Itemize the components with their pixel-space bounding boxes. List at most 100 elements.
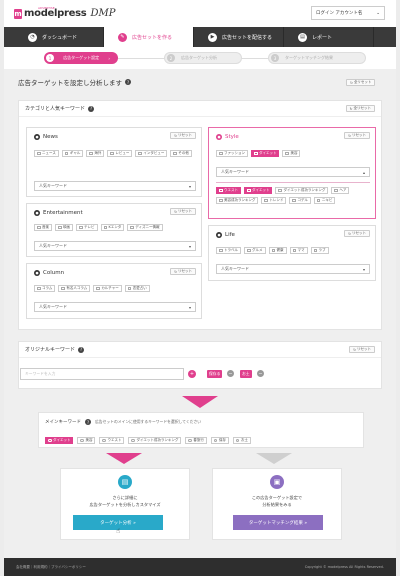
chip-news[interactable]: ニュース: [34, 150, 59, 157]
chip-gourmet[interactable]: グルメ: [244, 247, 266, 254]
category-card-style: ● Style ↻ リセット ファッション ダイエット 美容 人気キーワード ▴ ウエ…: [208, 127, 376, 219]
main-nav: ◔ ダッシュボード ✎ 広告セットを作る ▶ 広告セットを配信する ▤ レポート: [4, 27, 396, 47]
main-option-diet-ranking[interactable]: ダイエット成功ランキング: [128, 437, 182, 444]
help-icon[interactable]: ?: [125, 79, 131, 85]
chip-health[interactable]: 健康: [268, 247, 287, 254]
keyword-beauty-ranking[interactable]: 美容成功ランキング: [216, 197, 259, 204]
remove-tag-button[interactable]: −: [257, 370, 264, 377]
chip-love[interactable]: ラブ: [310, 247, 329, 254]
keyword-hair[interactable]: ヘア: [331, 187, 350, 194]
footer: 会社概要｜利用規約｜プライバシーポリシー Copyright © modelpr…: [4, 558, 396, 576]
refresh-icon: ↻: [174, 133, 177, 138]
main-keyword-header: メインキーワード ? 広告セットのメインに使用するキーワードを選択してください: [45, 419, 201, 425]
news-keyword-select[interactable]: 人気キーワード ▾: [34, 181, 196, 191]
entertainment-keyword-select[interactable]: 人気キーワード ▾: [34, 241, 196, 251]
chevron-down-icon: ▾: [188, 183, 191, 189]
category-reset-button[interactable]: ↻ 全リセット: [345, 105, 375, 112]
analyze-card: ▤ さらに詳細に 広告ターゲットを分析しカスタマイズ ターゲット分析 » ☝: [60, 468, 190, 540]
chip-tv[interactable]: テレビ: [76, 224, 98, 231]
chip-movie[interactable]: 映画: [55, 224, 73, 231]
category-card-column: ● Column ↻ リセット コラム 有名人コラム カルチャー 恋愛占い 人気キー…: [26, 263, 202, 319]
card-title-text: Style: [225, 134, 239, 140]
chip-fashion[interactable]: ファッション: [216, 150, 248, 157]
chip-celebrity-column[interactable]: 有名人コラム: [58, 285, 91, 292]
card-title: ● Life: [216, 232, 235, 238]
nav-deliver-adset[interactable]: ▶ 広告セットを配信する: [194, 27, 284, 47]
main-option-souvenir[interactable]: お土: [232, 437, 251, 444]
chip-love-fortune[interactable]: 恋愛占い: [124, 285, 150, 292]
chip-culture[interactable]: カルチャー: [93, 285, 122, 292]
chip-beauty[interactable]: 美容: [282, 150, 301, 157]
style-keyword-list: ウエスト ダイエット ダイエット成功ランキング ヘア 美容成功ランキング トレン…: [216, 182, 370, 204]
card-title: ● Entertainment: [34, 210, 83, 216]
keyword-diet[interactable]: ダイエット: [244, 187, 273, 194]
reset-all-button[interactable]: ↻ 全リセット: [346, 79, 376, 86]
main-option-diet[interactable]: ダイエット: [45, 437, 74, 444]
tag-icon: ✎: [118, 32, 127, 42]
original-panel-header: オリジナルキーワード ?: [19, 342, 381, 358]
page-title: 広告ターゲットを設定し分析します ?: [18, 77, 131, 87]
refresh-icon: ↻: [349, 106, 353, 111]
chip-review[interactable]: レビュー: [107, 150, 133, 157]
category-panel-header: カテゴリと人気キーワード ?: [19, 101, 381, 117]
style-keyword-select[interactable]: 人気キーワード ▴: [216, 167, 370, 177]
keyword-coderu[interactable]: コデル: [289, 197, 311, 204]
category-card-news: ● News ↻ リセット ニュース ギャル 海外 レビュー インタビュー その他 …: [26, 127, 202, 197]
main-option-save[interactable]: 保存: [210, 437, 229, 444]
logo[interactable]: m modelpress DMP ADVERTISE: [14, 6, 116, 19]
step-number: 1: [46, 54, 54, 62]
column-reset-button[interactable]: ↻ リセット: [170, 268, 196, 275]
keyword-diet-ranking[interactable]: ダイエット成功ランキング: [275, 187, 329, 194]
original-keyword-input[interactable]: キーワードを入力: [20, 368, 184, 380]
chip-overseas[interactable]: 海外: [86, 150, 105, 157]
original-panel-title: オリジナルキーワード: [25, 347, 76, 353]
card-title-text: Life: [225, 232, 235, 238]
matching-result-button[interactable]: ターゲットマッチング結果 »: [233, 515, 323, 530]
chip-other[interactable]: その他: [170, 150, 192, 157]
original-reset-button[interactable]: ↻ リセット: [349, 346, 375, 353]
help-icon[interactable]: ?: [78, 346, 85, 353]
main-keyword-description: 広告セットのメインに使用するキーワードを選択してください: [95, 419, 202, 424]
chip-travel[interactable]: トラベル: [216, 247, 241, 254]
main-option-waist[interactable]: ウエスト: [99, 437, 125, 444]
add-keyword-button[interactable]: +: [188, 370, 196, 378]
remove-tag-button[interactable]: −: [227, 370, 234, 377]
logo-dmp: DMP: [90, 8, 116, 19]
chip-diet[interactable]: ダイエット: [251, 150, 280, 157]
keyword-waist[interactable]: ウエスト: [216, 187, 241, 194]
entertainment-reset-button[interactable]: ↻ リセット: [170, 208, 196, 215]
help-icon[interactable]: ?: [85, 419, 91, 425]
life-keyword-select[interactable]: 人気キーワード ▾: [216, 264, 370, 274]
card-title-text: Column: [43, 270, 65, 276]
card-title: ● News: [34, 134, 58, 140]
arrow-down-icon: [256, 453, 292, 464]
chip-column[interactable]: コラム: [34, 285, 56, 292]
main-option-spring-trip[interactable]: 春旅行: [185, 437, 207, 444]
life-reset-button[interactable]: ↻ リセット: [344, 230, 370, 237]
style-reset-button[interactable]: ↻ リセット: [344, 132, 370, 139]
nav-dashboard[interactable]: ◔ ダッシュボード: [14, 27, 104, 47]
keyword-trend[interactable]: トレンド: [261, 197, 287, 204]
chip-disney[interactable]: ディズニー情報: [127, 224, 163, 231]
refresh-icon: ↻: [353, 347, 356, 352]
main-keyword-label: メインキーワード: [45, 420, 81, 425]
chip-k-enta[interactable]: Kエンタ: [100, 224, 125, 231]
account-dropdown[interactable]: ログイン アカウント名 ⌄: [311, 6, 385, 20]
keyword-acne[interactable]: ニキビ: [313, 197, 336, 204]
original-keyword-panel: オリジナルキーワード ? ↻ リセット: [18, 341, 382, 389]
chip-interview[interactable]: インタビュー: [135, 150, 168, 157]
nav-report[interactable]: ▤ レポート: [284, 27, 374, 47]
news-reset-button[interactable]: ↻ リセット: [170, 132, 196, 139]
nav-create-adset[interactable]: ✎ 広告セットを作る: [104, 27, 194, 47]
main-option-beauty[interactable]: 美容: [77, 437, 96, 444]
page-title-text: 広告ターゲットを設定し分析します: [18, 79, 122, 87]
speedometer-icon: ◔: [28, 32, 37, 42]
chip-gal[interactable]: ギャル: [61, 150, 84, 157]
help-icon[interactable]: ?: [88, 105, 95, 112]
chip-mama[interactable]: ママ: [289, 247, 308, 254]
chip-music[interactable]: 音楽: [34, 224, 52, 231]
column-keyword-select[interactable]: 人気キーワード ▾: [34, 302, 196, 312]
step-number: 2: [167, 54, 175, 62]
footer-links[interactable]: 会社概要｜利用規約｜プライバシーポリシー: [16, 565, 86, 570]
chevron-down-icon: ▾: [362, 266, 365, 272]
